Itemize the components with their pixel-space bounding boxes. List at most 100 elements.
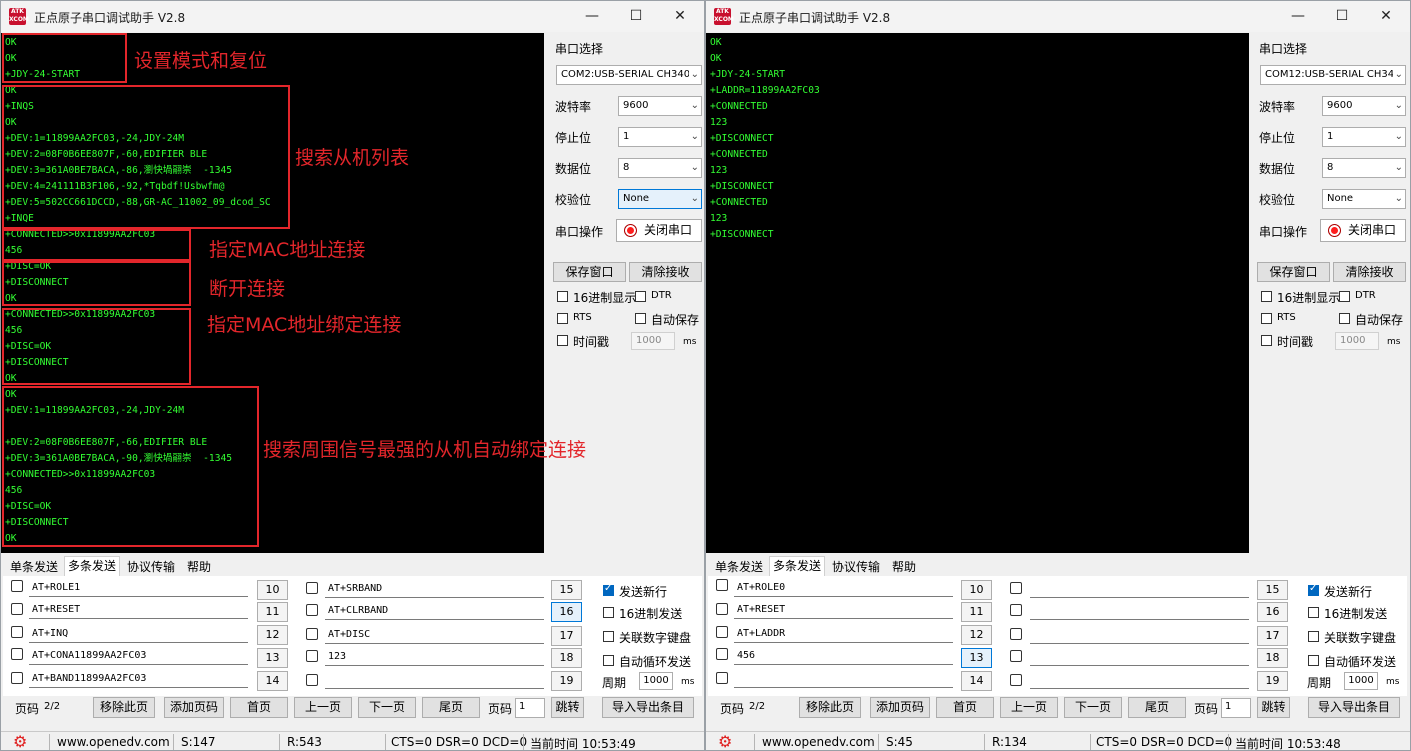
send-cmd-button[interactable]: 10 xyxy=(961,580,992,600)
close-port-button[interactable]: 关闭串口 xyxy=(616,219,702,242)
remove-page-button[interactable]: 移除此页 xyxy=(799,697,861,718)
stop-bits-select[interactable]: 1 ⌄ xyxy=(618,127,702,147)
cmd-input[interactable]: AT+ROLE0 xyxy=(734,578,953,597)
send-cmd-button[interactable]: 18 xyxy=(551,648,582,668)
send-cmd-button[interactable]: 18 xyxy=(1257,648,1288,668)
prev-page-button[interactable]: 上一页 xyxy=(1000,697,1058,718)
timestamp-checkbox[interactable] xyxy=(1261,335,1272,346)
data-bits-select[interactable]: 8 ⌄ xyxy=(618,158,702,178)
cmd-checkbox[interactable] xyxy=(11,603,23,615)
cmd-input[interactable] xyxy=(734,669,953,688)
clear-receive-button[interactable]: 清除接收 xyxy=(629,262,702,282)
add-page-button[interactable]: 添加页码 xyxy=(164,697,224,718)
cmd-checkbox[interactable] xyxy=(306,674,318,686)
timestamp-checkbox[interactable] xyxy=(557,335,568,346)
cmd-checkbox[interactable] xyxy=(1010,604,1022,616)
cmd-input[interactable]: AT+CONA11899AA2FC03 xyxy=(29,646,248,665)
data-bits-select[interactable]: 8 ⌄ xyxy=(1322,158,1406,178)
jump-button[interactable]: 跳转 xyxy=(1257,697,1290,718)
hex-send-checkbox[interactable] xyxy=(1308,607,1319,618)
cmd-checkbox[interactable] xyxy=(1010,674,1022,686)
send-newline-checkbox[interactable] xyxy=(1308,583,1319,596)
link-keypad-checkbox[interactable] xyxy=(1308,631,1319,642)
cmd-checkbox[interactable] xyxy=(11,672,23,684)
baud-select[interactable]: 9600 ⌄ xyxy=(618,96,702,116)
cmd-input[interactable] xyxy=(325,670,544,689)
send-cmd-button[interactable]: 15 xyxy=(551,580,582,600)
cmd-checkbox[interactable] xyxy=(306,604,318,616)
cmd-input[interactable] xyxy=(1030,579,1249,598)
cmd-input[interactable]: AT+SRBAND xyxy=(325,579,544,598)
tab-protocol[interactable]: 协议传输 xyxy=(124,558,178,576)
jump-button[interactable]: 跳转 xyxy=(551,697,584,718)
tab-single-send[interactable]: 单条发送 xyxy=(712,558,766,576)
tab-single-send[interactable]: 单条发送 xyxy=(7,558,61,576)
next-page-button[interactable]: 下一页 xyxy=(358,697,416,718)
send-cmd-button[interactable]: 13 xyxy=(257,648,288,668)
clear-receive-button[interactable]: 清除接收 xyxy=(1333,262,1406,282)
cmd-input[interactable] xyxy=(1030,647,1249,666)
cmd-input[interactable]: AT+DISC xyxy=(325,625,544,644)
import-export-button[interactable]: 导入导出条目 xyxy=(1308,697,1400,718)
tab-help[interactable]: 帮助 xyxy=(889,558,919,576)
close-port-button[interactable]: 关闭串口 xyxy=(1320,219,1406,242)
next-page-button[interactable]: 下一页 xyxy=(1064,697,1122,718)
stop-bits-select[interactable]: 1 ⌄ xyxy=(1322,127,1406,147)
gear-icon[interactable]: ⚙ xyxy=(718,732,732,750)
close-icon[interactable]: ✕ xyxy=(1364,5,1408,27)
period-field[interactable]: 1000 xyxy=(1344,672,1378,690)
auto-save-checkbox[interactable] xyxy=(635,313,646,324)
send-newline-checkbox[interactable] xyxy=(603,583,614,596)
port-select[interactable]: COM2:USB-SERIAL CH340 ⌄ xyxy=(556,65,702,85)
port-select[interactable]: COM12:USB-SERIAL CH340 ⌄ xyxy=(1260,65,1406,85)
send-cmd-button[interactable]: 13 xyxy=(961,648,992,668)
cmd-input[interactable]: AT+RESET xyxy=(734,600,953,619)
baud-select[interactable]: 9600 ⌄ xyxy=(1322,96,1406,116)
cmd-checkbox[interactable] xyxy=(306,650,318,662)
cmd-input[interactable]: AT+CLRBAND xyxy=(325,601,544,620)
last-page-button[interactable]: 尾页 xyxy=(422,697,480,718)
cmd-checkbox[interactable] xyxy=(1010,628,1022,640)
add-page-button[interactable]: 添加页码 xyxy=(870,697,930,718)
parity-select[interactable]: None ⌄ xyxy=(618,189,702,209)
page-number-input[interactable]: 1 xyxy=(515,698,545,718)
cmd-checkbox[interactable] xyxy=(716,648,728,660)
auto-loop-checkbox[interactable] xyxy=(603,655,614,666)
save-window-button[interactable]: 保存窗口 xyxy=(553,262,626,282)
cmd-input[interactable]: AT+BAND11899AA2FC03 xyxy=(29,669,248,688)
cmd-checkbox[interactable] xyxy=(716,672,728,684)
send-cmd-button[interactable]: 19 xyxy=(551,671,582,691)
cmd-input[interactable]: 123 xyxy=(325,647,544,666)
tab-multi-send[interactable]: 多条发送 xyxy=(769,556,826,577)
send-cmd-button[interactable]: 16 xyxy=(1257,602,1288,622)
prev-page-button[interactable]: 上一页 xyxy=(294,697,352,718)
minimize-icon[interactable]: — xyxy=(1276,5,1320,27)
dtr-checkbox[interactable] xyxy=(1339,291,1350,302)
send-cmd-button[interactable]: 15 xyxy=(1257,580,1288,600)
hex-display-checkbox[interactable] xyxy=(557,291,568,302)
minimize-icon[interactable]: — xyxy=(570,5,614,27)
gear-icon[interactable]: ⚙ xyxy=(13,732,27,750)
cmd-input[interactable] xyxy=(1030,601,1249,620)
cmd-checkbox[interactable] xyxy=(306,628,318,640)
rts-checkbox[interactable] xyxy=(1261,313,1272,324)
first-page-button[interactable]: 首页 xyxy=(230,697,288,718)
cmd-input[interactable]: AT+RESET xyxy=(29,600,248,619)
period-field[interactable]: 1000 xyxy=(639,672,673,690)
save-window-button[interactable]: 保存窗口 xyxy=(1257,262,1330,282)
send-cmd-button[interactable]: 11 xyxy=(961,602,992,622)
send-cmd-button[interactable]: 14 xyxy=(961,671,992,691)
cmd-input[interactable]: AT+ROLE1 xyxy=(29,578,248,597)
cmd-checkbox[interactable] xyxy=(1010,650,1022,662)
cmd-checkbox[interactable] xyxy=(306,582,318,594)
send-cmd-button[interactable]: 12 xyxy=(961,625,992,645)
page-number-input[interactable]: 1 xyxy=(1221,698,1251,718)
tab-help[interactable]: 帮助 xyxy=(184,558,214,576)
cmd-checkbox[interactable] xyxy=(716,603,728,615)
send-cmd-button[interactable]: 17 xyxy=(1257,626,1288,646)
cmd-checkbox[interactable] xyxy=(716,626,728,638)
send-cmd-button[interactable]: 14 xyxy=(257,671,288,691)
timestamp-interval-field[interactable]: 1000 xyxy=(1335,332,1379,350)
tab-multi-send[interactable]: 多条发送 xyxy=(64,556,121,577)
send-cmd-button[interactable]: 19 xyxy=(1257,671,1288,691)
